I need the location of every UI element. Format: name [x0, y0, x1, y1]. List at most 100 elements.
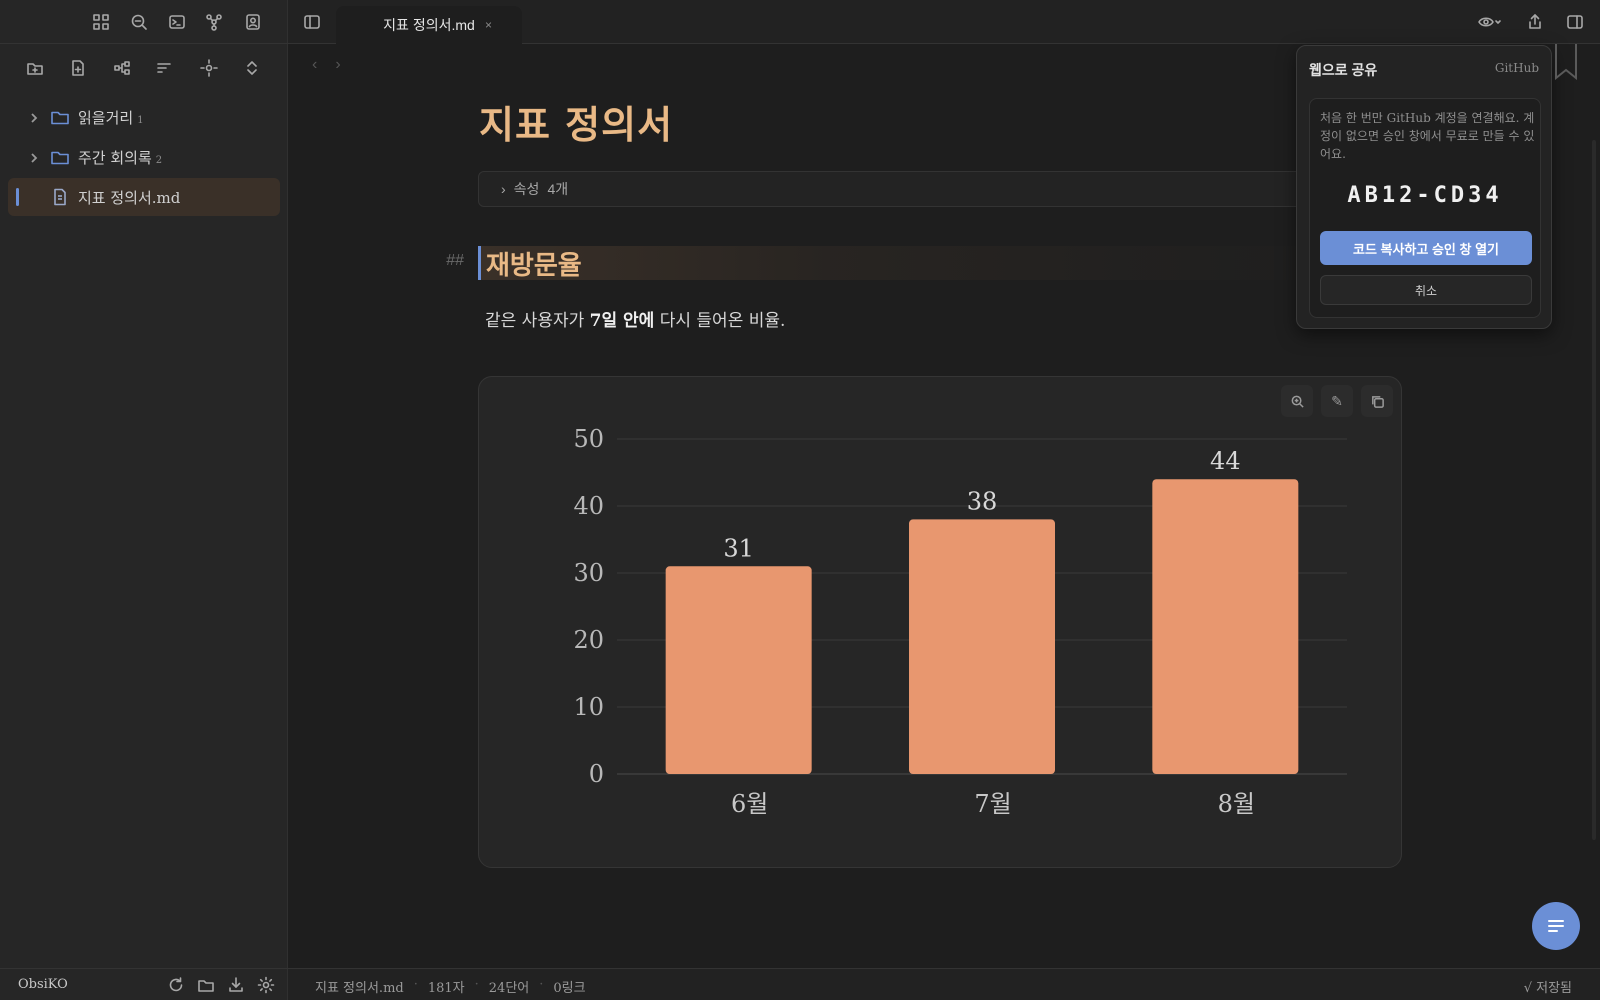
right-sidebar-toggle-icon[interactable]	[1561, 8, 1589, 36]
properties-toggle[interactable]: › 속성 4개	[478, 171, 1308, 207]
contacts-icon[interactable]	[239, 8, 267, 36]
bar	[665, 566, 812, 774]
tree-item-label: 읽을거리 1	[78, 108, 144, 127]
settings-icon[interactable]	[252, 971, 280, 999]
grid-icon[interactable]	[87, 8, 115, 36]
y-tick-label: 30	[573, 559, 604, 587]
share-icon[interactable]	[1521, 8, 1549, 36]
tree-folder-reading[interactable]: 읽을거리 1	[8, 98, 280, 136]
tree-item-label: 주간 회의록 2	[78, 148, 163, 167]
hierarchy-icon[interactable]	[108, 54, 136, 82]
outline-button[interactable]	[1532, 902, 1580, 950]
bar-chart: 0 10 20 30 40 50 31 6월 38 7월 44 8월	[573, 425, 1347, 818]
paragraph-text: 다시 들어온 비율.	[654, 311, 786, 331]
chart-toolbar: ✎	[1281, 385, 1393, 417]
tree-file-metrics[interactable]: 지표 정의서.md	[8, 178, 280, 216]
download-icon[interactable]	[222, 971, 250, 999]
new-folder-icon[interactable]	[21, 54, 49, 82]
chart-card: 0 10 20 30 40 50 31 6월 38 7월 44 8월 ✎	[478, 376, 1402, 868]
refresh-icon[interactable]	[162, 971, 190, 999]
popup-description: 처음 한 번만 GitHub 계정을 연결해요. 계정이 없으면 승인 창에서 …	[1320, 111, 1535, 161]
bar-value-label: 38	[967, 487, 998, 515]
properties-count: 4개	[547, 181, 569, 197]
reading-view-icon[interactable]	[1470, 8, 1510, 36]
back-arrow-icon[interactable]: ‹	[312, 56, 317, 73]
search-icon[interactable]	[125, 8, 153, 36]
tree-item-count: 1	[137, 114, 144, 126]
copy-code-button[interactable]: 코드 복사하고 승인 창 열기	[1320, 231, 1532, 265]
chevron-right-icon: ›	[501, 181, 506, 197]
status-words: 24단어	[488, 981, 530, 996]
bookmark-icon[interactable]	[1554, 44, 1578, 80]
terminal-icon[interactable]	[163, 8, 191, 36]
folder-icon	[50, 147, 70, 167]
sort-icon[interactable]	[150, 54, 178, 82]
active-indicator	[16, 188, 19, 206]
tab-bar: 지표 정의서.md ×	[288, 0, 1600, 44]
document-icon	[50, 187, 70, 207]
forward-arrow-icon[interactable]: ›	[335, 56, 340, 73]
body-paragraph[interactable]: 같은 사용자가 7일 안에 다시 들어온 비율.	[485, 306, 785, 331]
nav-arrows: ‹ ›	[312, 56, 359, 74]
share-popup: 웹으로 공유 GitHub 처음 한 번만 GitHub 계정을 연결해요. 계…	[1296, 45, 1552, 329]
heading-marker: ##	[446, 252, 464, 269]
separator: ·	[474, 977, 479, 992]
y-tick-label: 20	[573, 626, 604, 654]
chevron-right-icon[interactable]	[28, 111, 40, 123]
vault-name[interactable]: ObsiKO	[18, 977, 68, 992]
status-links: 0링크	[553, 981, 586, 996]
expand-collapse-icon[interactable]	[238, 54, 266, 82]
x-tick-label: 8월	[1218, 790, 1255, 818]
popup-title: 웹으로 공유	[1309, 62, 1378, 78]
save-status: √ 저장됨	[1523, 981, 1572, 996]
properties-label: 속성	[513, 181, 540, 197]
tree-item-count: 2	[155, 154, 163, 166]
bar	[1152, 479, 1299, 774]
locate-icon[interactable]	[195, 54, 223, 82]
y-tick-label: 10	[573, 693, 604, 721]
status-bar: 지표 정의서.md · 181자 · 24단어 · 0링크 √ 저장됨	[288, 968, 1600, 1000]
zoom-in-icon[interactable]	[1281, 385, 1313, 417]
tree-folder-meetings[interactable]: 주간 회의록 2	[8, 138, 280, 176]
close-icon[interactable]: ×	[485, 18, 492, 32]
paragraph-text: 같은 사용자가	[485, 311, 590, 331]
bar-value-label: 44	[1210, 447, 1241, 475]
separator: ·	[539, 977, 544, 992]
graph-icon[interactable]	[200, 8, 228, 36]
x-tick-label: 6월	[731, 790, 768, 818]
chevron-right-icon[interactable]	[28, 151, 40, 163]
section-heading[interactable]: 재방문율	[486, 245, 582, 282]
app-window: 읽을거리 1 주간 회의록 2 지표 정의서.md ObsiKO 지표 정의서.…	[0, 0, 1600, 1000]
cancel-button[interactable]: 취소	[1320, 275, 1532, 305]
copy-icon[interactable]	[1361, 385, 1393, 417]
tab-title: 지표 정의서.md	[383, 17, 475, 33]
file-tree: 읽을거리 1 주간 회의록 2 지표 정의서.md	[8, 98, 280, 218]
separator: ·	[413, 977, 418, 992]
status-left: 지표 정의서.md · 181자 · 24단어 · 0링크	[315, 977, 586, 996]
sidebar-toggle-icon[interactable]	[298, 8, 326, 36]
folder-icon[interactable]	[192, 971, 220, 999]
status-file: 지표 정의서.md	[315, 981, 404, 996]
page-title[interactable]: 지표 정의서	[479, 94, 673, 149]
status-chars: 181자	[427, 981, 465, 996]
new-note-icon[interactable]	[64, 54, 92, 82]
device-code[interactable]: AB12-CD34	[1310, 183, 1540, 208]
y-tick-label: 0	[589, 760, 604, 788]
folder-icon	[50, 107, 70, 127]
popup-content: 처음 한 번만 GitHub 계정을 연결해요. 계정이 없으면 승인 창에서 …	[1309, 98, 1541, 318]
scrollbar[interactable]	[1592, 140, 1596, 840]
paragraph-bold-text: 7일 안에	[589, 311, 655, 331]
bar	[909, 519, 1055, 774]
tree-item-label: 지표 정의서.md	[78, 188, 181, 207]
edit-pencil-icon[interactable]: ✎	[1321, 385, 1353, 417]
y-tick-label: 40	[573, 492, 604, 520]
sidebar: 읽을거리 1 주간 회의록 2 지표 정의서.md ObsiKO	[0, 0, 288, 1000]
popup-provider: GitHub	[1494, 61, 1539, 75]
sidebar-footer: ObsiKO	[0, 968, 288, 1000]
tab-active-file[interactable]: 지표 정의서.md ×	[336, 6, 522, 44]
y-tick-label: 50	[573, 425, 604, 453]
bar-value-label: 31	[723, 534, 754, 562]
x-tick-label: 7월	[974, 790, 1011, 818]
list-icon	[1548, 920, 1564, 932]
sidebar-topbar	[0, 0, 288, 44]
